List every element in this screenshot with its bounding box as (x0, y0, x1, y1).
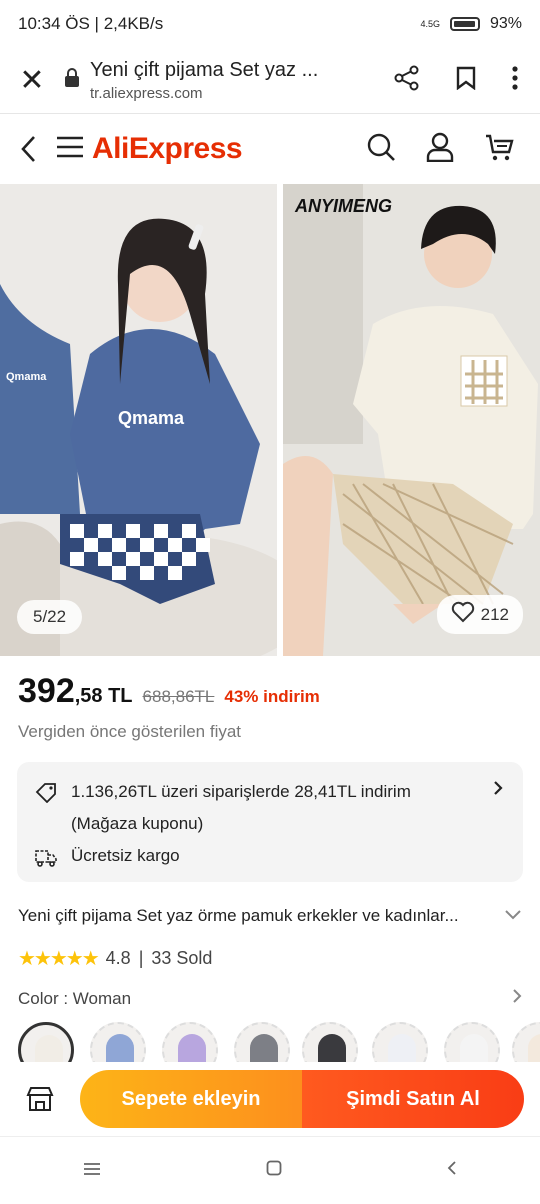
coupon-offer-sub: (Mağaza kuponu) (71, 814, 204, 833)
bottom-action-bar: Sepete ekleyin Şimdi Satın Al (0, 1062, 540, 1136)
original-price: 688,86TL (142, 687, 215, 706)
color-option[interactable] (18, 1022, 74, 1062)
discount-label: 43% indirim (224, 687, 320, 706)
cart-icon[interactable] (484, 132, 514, 167)
price-fraction: ,58 TL (74, 685, 133, 707)
color-option[interactable] (302, 1022, 358, 1062)
lock-icon (64, 68, 80, 93)
aliexpress-logo[interactable]: AliExpress (92, 132, 243, 166)
color-option[interactable] (90, 1022, 146, 1062)
more-icon[interactable] (512, 66, 518, 95)
product-gallery[interactable]: Qmama Qmama 5/22 ANYIMENG 212 (0, 184, 540, 656)
sold-count: 33 Sold (151, 948, 213, 968)
color-option[interactable] (162, 1022, 218, 1062)
heart-icon (451, 601, 475, 628)
color-value: Woman (72, 988, 132, 1008)
color-selector-row[interactable]: Color : Woman (18, 988, 522, 1009)
page-title: Yeni çift pijama Set yaz ... (90, 59, 319, 81)
network-indicator: 4.5G (420, 18, 440, 29)
product-title-row[interactable]: Yeni çift pijama Set yaz örme pamuk erke… (18, 906, 522, 926)
recent-apps-icon[interactable] (83, 1159, 101, 1182)
add-to-cart-button[interactable]: Sepete ekleyin (80, 1070, 302, 1128)
chevron-right-icon[interactable] (493, 780, 503, 801)
price-block: 392 ,58 TL 688,86TL 43% indirim (18, 672, 320, 711)
app-header: AliExpress (0, 114, 540, 184)
status-time: 10:34 ÖS | 2,4KB/s (18, 14, 164, 33)
rating-value: 4.8 (105, 948, 131, 968)
system-navigation-bar (0, 1136, 540, 1204)
rating-row[interactable]: ★★★★★ 4.8 | 33 Sold (18, 946, 212, 971)
browser-toolbar: ✕ Yeni çift pijama Set yaz ... tr.aliexp… (0, 48, 540, 114)
menu-icon[interactable] (56, 136, 84, 163)
buy-now-button[interactable]: Şimdi Satın Al (302, 1070, 524, 1128)
close-icon[interactable]: ✕ (0, 63, 64, 98)
svg-text:Qmama: Qmama (118, 408, 185, 428)
truck-icon (35, 840, 57, 878)
chevron-down-icon[interactable] (504, 906, 522, 926)
user-icon[interactable] (426, 132, 454, 167)
bookmark-icon[interactable] (456, 66, 476, 95)
battery-level: 93% (489, 15, 522, 32)
color-option[interactable] (372, 1022, 428, 1062)
share-icon[interactable] (394, 65, 420, 96)
price-main: 392 (18, 672, 75, 710)
product-image-woman[interactable]: Qmama Qmama 5/22 (0, 184, 277, 656)
color-label: Color (18, 988, 59, 1008)
product-title: Yeni çift pijama Set yaz örme pamuk erke… (18, 906, 459, 925)
product-image-man[interactable]: ANYIMENG 212 (283, 184, 540, 656)
coupon-offer: 1.136,26TL üzeri siparişlerde 28,41TL in… (71, 782, 411, 801)
battery-icon (449, 17, 480, 31)
search-icon[interactable] (366, 132, 396, 167)
store-icon[interactable] (0, 1086, 80, 1112)
image-counter: 5/22 (17, 600, 83, 634)
likes-count: 212 (480, 604, 509, 624)
coupon-icon (35, 776, 57, 814)
color-option[interactable] (512, 1022, 540, 1062)
address-field[interactable]: Yeni çift pijama Set yaz ... tr.aliexpre… (90, 59, 394, 102)
brand-watermark: ANYIMENG (295, 196, 393, 216)
svg-text:Qmama: Qmama (6, 371, 47, 383)
page-url: tr.aliexpress.com (90, 85, 203, 102)
tax-note: Vergiden önce gösterilen fiyat (18, 722, 242, 741)
color-thumbnails (0, 1022, 540, 1062)
status-bar: 10:34 ÖS | 2,4KB/s 4.5G 93% (0, 0, 540, 48)
coupon-box[interactable]: 1.136,26TL üzeri siparişlerde 28,41TL in… (17, 762, 523, 882)
color-option[interactable] (234, 1022, 290, 1062)
back-nav-icon[interactable] (447, 1159, 457, 1182)
star-rating-icon: ★★★★★ (18, 948, 100, 970)
wishlist-button[interactable]: 212 (436, 595, 523, 634)
color-option[interactable] (444, 1022, 500, 1062)
home-icon[interactable] (266, 1159, 282, 1182)
chevron-right-icon[interactable] (512, 988, 522, 1009)
back-icon[interactable] (0, 135, 56, 163)
shipping-info: Ücretsiz kargo (71, 846, 180, 865)
